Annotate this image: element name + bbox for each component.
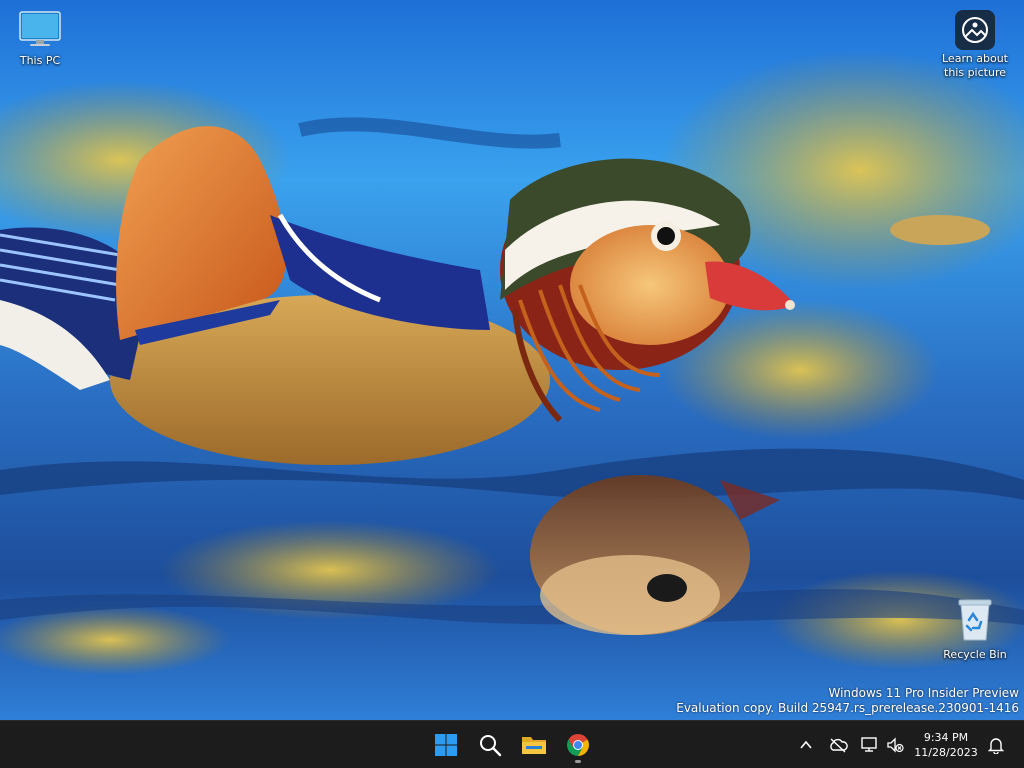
- clock-date: 11/28/2023: [914, 746, 978, 759]
- folder-icon: [522, 737, 546, 754]
- learn-picture-icon: [955, 10, 995, 50]
- monitor-icon: [19, 11, 61, 46]
- network-icon: [861, 737, 877, 752]
- file-explorer-button[interactable]: [514, 725, 554, 765]
- watermark-line-build: Evaluation copy. Build 25947.rs_prerelea…: [676, 701, 1019, 715]
- desktop-icon-label: Learn about this picture: [942, 52, 1008, 79]
- clock-tray-button[interactable]: 9:34 PM 11/28/2023: [910, 729, 982, 761]
- desktop-icon-label: This PC: [19, 54, 61, 67]
- taskbar: 9:34 PM 11/28/2023: [0, 720, 1024, 768]
- onedrive-icon: [830, 738, 848, 753]
- chevron-up-icon: [800, 740, 812, 749]
- start-button[interactable]: [426, 725, 466, 765]
- search-button[interactable]: [470, 725, 510, 765]
- wallpaper-image: [0, 0, 1024, 720]
- search-icon: [480, 735, 502, 757]
- network-tray-button[interactable]: [858, 729, 882, 761]
- clock-time: 9:34 PM: [923, 731, 969, 744]
- windows-logo-icon: [435, 734, 457, 756]
- desktop-icon-label: Recycle Bin: [943, 648, 1007, 661]
- desktop-icon-recycle-bin[interactable]: Recycle Bin: [935, 598, 1015, 662]
- desktop[interactable]: This PC Learn about this picture Recycle…: [0, 0, 1024, 720]
- show-hidden-icons-button[interactable]: [795, 729, 817, 761]
- desktop-icon-learn-about-picture[interactable]: Learn about this picture: [935, 10, 1015, 80]
- bell-icon: [988, 738, 1004, 754]
- volume-tray-button[interactable]: [884, 729, 906, 761]
- notifications-button[interactable]: [984, 729, 1008, 761]
- watermark-line-edition: Windows 11 Pro Insider Preview: [828, 686, 1019, 700]
- onedrive-tray-button[interactable]: [826, 729, 850, 761]
- chrome-button[interactable]: [558, 725, 598, 765]
- recycle-bin-icon: [958, 599, 992, 641]
- volume-muted-icon: [887, 737, 904, 753]
- evaluation-watermark: Windows 11 Pro Insider Preview Evaluatio…: [676, 686, 1019, 716]
- chrome-icon: [567, 734, 589, 756]
- desktop-icon-this-pc[interactable]: This PC: [0, 10, 80, 68]
